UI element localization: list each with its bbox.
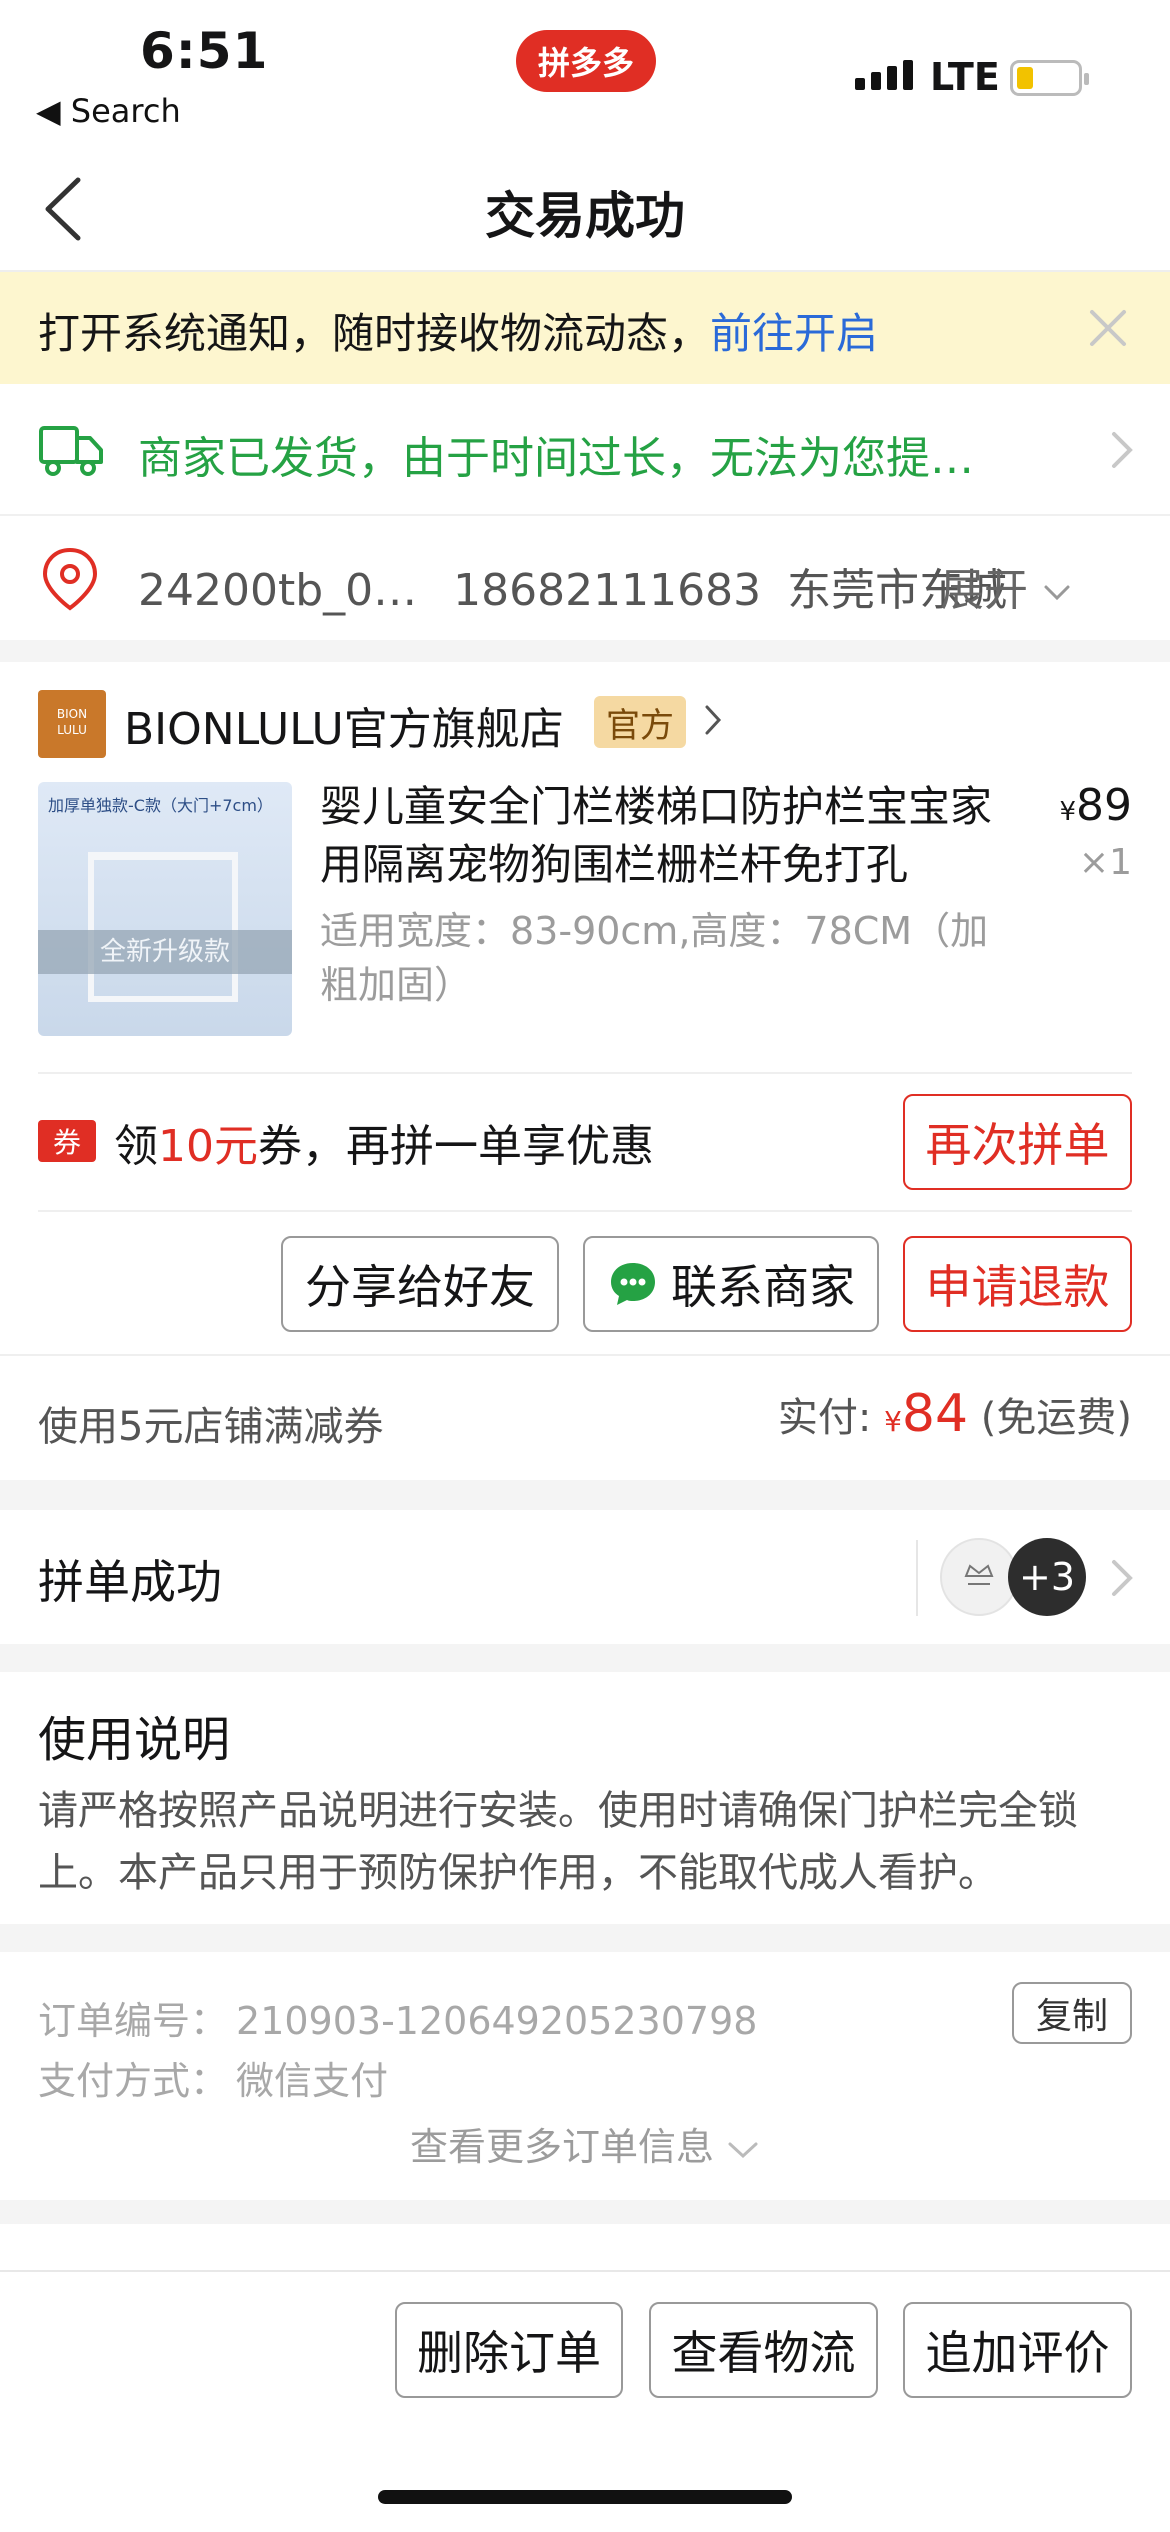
refund-button[interactable]: 申请退款	[903, 1236, 1132, 1332]
share-button[interactable]: 分享给好友	[281, 1236, 559, 1332]
payment-total: 实付: ¥84 (免运费)	[778, 1384, 1132, 1444]
store-logo-text: BION	[56, 707, 88, 721]
coupon-prefix: 领	[114, 1121, 158, 1172]
paid-label: 实付:	[777, 1395, 872, 1441]
price-value: 89	[1076, 780, 1132, 831]
nav-bar: 交易成功	[0, 140, 1170, 272]
paid-currency: ¥	[884, 1405, 902, 1438]
group-success-title: 拼单成功	[38, 1555, 222, 1609]
discount-note: 使用5元店铺满减券	[38, 1404, 384, 1450]
recipient-phone: 18682111683	[453, 565, 762, 616]
contact-seller-button[interactable]: 联系商家	[583, 1236, 879, 1332]
payment-method-label: 支付方式：	[38, 2059, 229, 2103]
usage-body: 请严格按照产品说明进行安装。使用时请确保门护栏完全锁上。本产品只用于预防保护作用…	[38, 1788, 1078, 1896]
official-badge: 官方	[594, 696, 686, 748]
truck-icon	[39, 426, 103, 476]
shipping-fee-note: (免运费)	[980, 1395, 1132, 1441]
usage-title: 使用说明	[38, 1712, 231, 1768]
store-name[interactable]: BIONLULU官方旗舰店	[124, 693, 564, 757]
product-image-caption: 加厚单独款-C款（大门+7cm）	[48, 796, 273, 815]
home-indicator[interactable]	[378, 2490, 792, 2504]
network-label: LTE	[930, 55, 1000, 99]
view-logistics-button[interactable]: 查看物流	[649, 2302, 878, 2398]
close-icon[interactable]	[1082, 302, 1134, 354]
copy-button[interactable]: 复制	[1012, 1982, 1132, 2044]
product-title[interactable]: 婴儿童安全门栏楼梯口防护栏宝宝家用隔离宠物狗围栏栅栏杆免打孔	[320, 778, 1020, 894]
notification-text: 打开系统通知，随时接收物流动态，	[38, 309, 711, 358]
section-divider	[0, 1480, 1170, 1510]
payment-method: 微信支付	[236, 2059, 389, 2103]
app-badge: 拼多多	[516, 30, 656, 92]
store-logo[interactable]: BION LULU	[38, 690, 106, 758]
order-number-row: 订单编号： 210903-120649205230798	[38, 1990, 757, 2045]
coupon-amount: 10元	[158, 1121, 258, 1172]
section-divider	[0, 1924, 1170, 1952]
signal-icon	[855, 60, 913, 90]
product-spec: 适用宽度：83-90cm,高度：78CM（加粗加固）	[320, 909, 989, 1007]
address-row[interactable]: 24200tb_0… 18682111683 东莞市东城 展开	[0, 516, 1170, 640]
recipient-name: 24200tb_0…	[138, 565, 418, 616]
chevron-right-icon[interactable]	[1108, 1556, 1136, 1600]
chevron-down-icon	[1044, 585, 1070, 601]
divider	[38, 1072, 1132, 1074]
order-number: 210903-120649205230798	[236, 1999, 758, 2043]
status-time: 6:51	[140, 22, 269, 80]
order-number-label: 订单编号：	[38, 1999, 229, 2043]
enable-notification-link[interactable]: 前往开启	[710, 309, 878, 358]
more-order-info-label: 查看更多订单信息	[409, 2125, 714, 2169]
avatar[interactable]	[940, 1538, 1018, 1616]
location-pin-icon	[42, 547, 98, 611]
status-bar: 6:51 ◀ Search 拼多多 LTE	[0, 0, 1170, 140]
store-logo-text: LULU	[57, 723, 87, 737]
shipping-status-text: 商家已发货，由于时间过长，无法为您提…	[138, 433, 974, 484]
battery-icon	[1010, 60, 1089, 96]
crown-icon	[964, 1564, 994, 1585]
coupon-suffix: 券，再拼一单享优惠	[258, 1121, 654, 1172]
notification-banner: 打开系统通知，随时接收物流动态，前往开启	[0, 272, 1170, 384]
divider	[0, 1354, 1170, 1356]
more-members-avatar[interactable]: +3	[1008, 1538, 1086, 1616]
back-to-search-link[interactable]: ◀ Search	[36, 92, 181, 130]
section-divider	[0, 1644, 1170, 1672]
shipping-status-row[interactable]: 商家已发货，由于时间过长，无法为您提…	[0, 384, 1170, 516]
contact-seller-label: 联系商家	[671, 1260, 855, 1314]
chevron-down-icon	[728, 2142, 758, 2158]
address-expand-label: 展开	[940, 565, 1028, 616]
divider	[38, 1210, 1132, 1212]
gate-illustration	[88, 852, 238, 1002]
address-expand-button[interactable]: 展开	[940, 554, 1072, 618]
coupon-badge: 券	[38, 1120, 96, 1162]
paid-amount: 84	[901, 1384, 969, 1444]
more-order-info-button[interactable]: 查看更多订单信息	[0, 2116, 1170, 2171]
payment-method-row: 支付方式： 微信支付	[38, 2050, 388, 2105]
vertical-divider	[916, 1540, 918, 1616]
chevron-right-icon[interactable]	[702, 702, 724, 738]
delete-order-button[interactable]: 删除订单	[395, 2302, 623, 2398]
add-review-button[interactable]: 追加评价	[903, 2302, 1132, 2398]
chevron-right-icon	[1112, 432, 1133, 468]
chat-icon	[611, 1263, 655, 1305]
product-image[interactable]: 加厚单独款-C款（大门+7cm） 全新升级款	[38, 782, 292, 1036]
product-price: ¥89	[1059, 780, 1132, 831]
coupon-text: 领10元券，再拼一单享优惠	[114, 1110, 654, 1174]
product-quantity: ×1	[1078, 842, 1132, 883]
reorder-button[interactable]: 再次拼单	[903, 1094, 1132, 1190]
page-title: 交易成功	[485, 187, 685, 245]
product-image-banner: 全新升级款	[38, 930, 292, 974]
price-currency: ¥	[1059, 797, 1076, 827]
section-divider	[0, 2200, 1170, 2224]
section-divider	[0, 640, 1170, 662]
